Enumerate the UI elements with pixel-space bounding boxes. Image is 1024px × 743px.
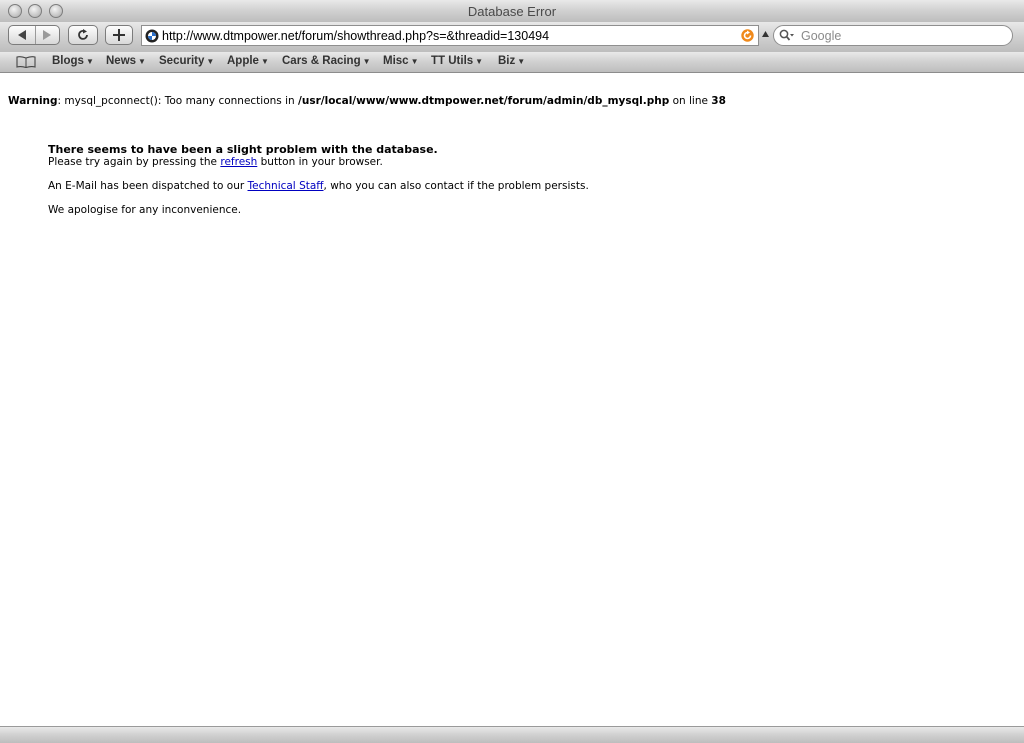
bookmark-menu-biz[interactable]: Biz ▼ bbox=[498, 55, 525, 67]
retry-message: Please try again by pressing the refresh… bbox=[48, 156, 383, 168]
dropdown-arrow-icon: ▼ bbox=[410, 57, 419, 66]
title-bar: Database Error bbox=[0, 0, 1024, 22]
technical-staff-link[interactable]: Technical Staff bbox=[248, 180, 324, 192]
dropdown-arrow-icon: ▼ bbox=[362, 57, 371, 66]
email-message: An E-Mail has been dispatched to our Tec… bbox=[48, 180, 589, 192]
bookmark-menu-cars-racing[interactable]: Cars & Racing ▼ bbox=[282, 55, 371, 67]
bookmark-menu-security[interactable]: Security ▼ bbox=[159, 55, 214, 67]
plus-icon bbox=[113, 29, 125, 41]
bookmark-menu-tt-utils[interactable]: TT Utils ▼ bbox=[431, 55, 483, 67]
dropdown-arrow-icon: ▼ bbox=[85, 57, 94, 66]
search-placeholder: Google bbox=[801, 29, 842, 43]
bookmark-menu-apple[interactable]: Apple ▼ bbox=[227, 55, 269, 67]
bookmarks-bar: Blogs ▼ News ▼ Security ▼ Apple ▼ Cars & Rac… bbox=[0, 52, 1024, 73]
dropdown-arrow-icon: ▼ bbox=[138, 57, 146, 66]
address-bar[interactable]: http://www.dtmpower.net/forum/showthread… bbox=[141, 25, 759, 46]
forward-arrow-icon bbox=[43, 30, 51, 40]
snapback-icon[interactable] bbox=[741, 29, 754, 42]
toolbar: http://www.dtmpower.net/forum/showthread… bbox=[0, 22, 1024, 52]
site-favicon-icon bbox=[145, 29, 159, 43]
page-content: Warning: mysql_pconnect(): Too many conn… bbox=[0, 73, 1024, 725]
toolbar-overflow-icon[interactable] bbox=[762, 31, 769, 39]
bookmarks-book-icon[interactable] bbox=[16, 56, 36, 68]
warning-on-line-text: on line bbox=[669, 95, 712, 107]
dropdown-arrow-icon: ▼ bbox=[206, 57, 215, 66]
search-field[interactable]: Google bbox=[773, 25, 1013, 46]
php-warning: Warning: mysql_pconnect(): Too many conn… bbox=[8, 95, 726, 107]
status-bar bbox=[0, 726, 1024, 743]
forward-button[interactable] bbox=[35, 26, 59, 44]
dropdown-arrow-icon: ▼ bbox=[475, 57, 484, 66]
warning-file-path: /usr/local/www/www.dtmpower.net/forum/ad… bbox=[298, 95, 670, 107]
back-arrow-icon bbox=[18, 30, 26, 40]
search-icon bbox=[779, 29, 794, 41]
bookmark-menu-blogs[interactable]: Blogs ▼ bbox=[52, 55, 94, 67]
refresh-link[interactable]: refresh bbox=[220, 156, 257, 168]
warning-line-number: 38 bbox=[711, 95, 726, 107]
back-button[interactable] bbox=[9, 26, 36, 44]
dropdown-arrow-icon: ▼ bbox=[260, 57, 269, 66]
reload-icon bbox=[78, 29, 88, 40]
warning-message: : mysql_pconnect(): Too many connections… bbox=[57, 95, 299, 107]
warning-label: Warning bbox=[8, 95, 58, 107]
bookmark-menu-news[interactable]: News ▼ bbox=[106, 55, 146, 67]
back-forward-control bbox=[8, 25, 60, 45]
reload-button[interactable] bbox=[68, 25, 98, 45]
dropdown-arrow-icon: ▼ bbox=[517, 57, 526, 66]
add-bookmark-button[interactable] bbox=[105, 25, 133, 45]
bookmark-menu-misc[interactable]: Misc ▼ bbox=[383, 55, 419, 67]
window-title: Database Error bbox=[467, 4, 557, 19]
url-text: http://www.dtmpower.net/forum/showthread… bbox=[162, 29, 550, 43]
apology-message: We apologise for any inconvenience. bbox=[48, 204, 242, 216]
error-heading: There seems to have been a slight proble… bbox=[48, 143, 438, 156]
